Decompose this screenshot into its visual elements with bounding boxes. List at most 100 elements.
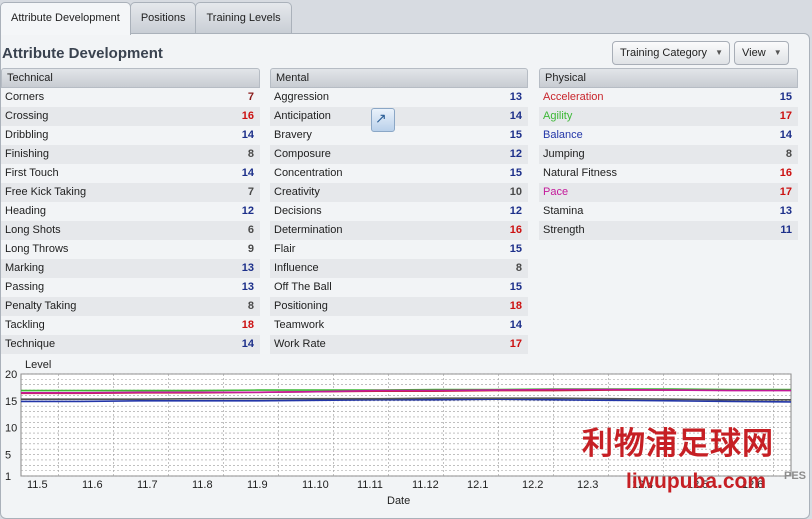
attribute-value: 15 [779, 91, 792, 103]
attribute-row[interactable]: Agility 17 [539, 107, 798, 126]
chevron-down-icon: ▼ [715, 48, 724, 57]
x-tick-label: 11.7 [137, 479, 158, 491]
attribute-row[interactable]: Technique 14 [1, 335, 260, 354]
attribute-value: 14 [241, 167, 254, 179]
attribute-row[interactable]: Natural Fitness 16 [539, 164, 798, 183]
attribute-row[interactable]: Creativity 10 [270, 183, 528, 202]
attribute-value: 13 [241, 281, 254, 293]
attribute-row[interactable]: Stamina 13 [539, 202, 798, 221]
attribute-row[interactable]: Free Kick Taking 7 [1, 183, 260, 202]
attribute-row[interactable]: Crossing 16 [1, 107, 260, 126]
attribute-row[interactable]: Positioning 18 [270, 297, 528, 316]
attribute-name: Determination [274, 224, 343, 236]
y-tick-label: 1 [5, 471, 11, 483]
attribute-name: Flair [274, 243, 296, 255]
watermark-cn: 利物浦足球网 [582, 426, 774, 461]
y-tick-label: 5 [5, 450, 11, 462]
attribute-value: 18 [241, 319, 254, 331]
attribute-row[interactable]: Tackling 18 [1, 316, 260, 335]
attribute-name: Free Kick Taking [5, 186, 87, 198]
attribute-row[interactable]: Teamwork 14 [270, 316, 528, 335]
attribute-value: 10 [509, 186, 522, 198]
attribute-row[interactable]: Influence 8 [270, 259, 528, 278]
technical-rows: Corners 7 Crossing 16 Dribbling 14 Finishing 8 F… [1, 88, 260, 354]
attribute-name: Corners [5, 91, 45, 103]
tab-attribute-development[interactable]: Attribute Development [0, 2, 131, 35]
attribute-value: 15 [509, 129, 522, 141]
tab-positions[interactable]: Positions [129, 2, 197, 33]
chart-xlabel: Date [387, 495, 410, 507]
attribute-name: Long Throws [5, 243, 69, 255]
attribute-row[interactable]: Work Rate 17 [270, 335, 528, 354]
attribute-value: 14 [509, 319, 522, 331]
view-label: View [742, 47, 766, 59]
attribute-row[interactable]: Concentration 15 [270, 164, 528, 183]
attribute-row[interactable]: Heading 12 [1, 202, 260, 221]
attribute-row[interactable]: Marking 13 [1, 259, 260, 278]
attribute-row[interactable]: Off The Ball 15 [270, 278, 528, 297]
attribute-row[interactable]: Finishing 8 [1, 145, 260, 164]
view-dropdown[interactable]: View ▼ [734, 41, 789, 65]
site-watermark: 利物浦足球网 liwupuba.com PES [578, 418, 810, 517]
attribute-value: 15 [509, 167, 522, 179]
attribute-name: Heading [5, 205, 46, 217]
attribute-value: 14 [509, 110, 522, 122]
attribute-row[interactable]: First Touch 14 [1, 164, 260, 183]
attribute-value: 12 [509, 205, 522, 217]
x-tick-label: 11.11 [357, 479, 383, 491]
attribute-name: Natural Fitness [543, 167, 617, 179]
tab-training-levels[interactable]: Training Levels [195, 2, 292, 33]
attribute-row[interactable]: Jumping 8 [539, 145, 798, 164]
attribute-value: 15 [509, 281, 522, 293]
attribute-name: Long Shots [5, 224, 61, 236]
attribute-value: 8 [515, 262, 522, 274]
attribute-value: 12 [509, 148, 522, 160]
attribute-row[interactable]: Strength 11 [539, 221, 798, 240]
attribute-value: 16 [241, 110, 254, 122]
attribute-row[interactable]: Long Shots 6 [1, 221, 260, 240]
x-tick-label: 11.5 [27, 479, 48, 491]
attribute-value: 15 [509, 243, 522, 255]
attribute-row[interactable]: Aggression 13 [270, 88, 528, 107]
attribute-row[interactable]: Pace 17 [539, 183, 798, 202]
attribute-name: Composure [274, 148, 331, 160]
attribute-name: Jumping [543, 148, 585, 160]
attribute-row[interactable]: Bravery 15 [270, 126, 528, 145]
attribute-row[interactable]: Long Throws 9 [1, 240, 260, 259]
chart-ylabel: Level [25, 359, 51, 371]
attribute-name: Stamina [543, 205, 584, 217]
attribute-value: 17 [779, 186, 792, 198]
attribute-name: Decisions [274, 205, 322, 217]
column-header-mental: Mental [270, 68, 528, 88]
attribute-value: 8 [247, 300, 254, 312]
attribute-row[interactable]: Dribbling 14 [1, 126, 260, 145]
attribute-name: Creativity [274, 186, 320, 198]
popout-button[interactable]: ↗ [371, 108, 395, 132]
physical-rows: Acceleration 15 Agility 17 Balance 14 Jumping 8… [539, 88, 798, 240]
page-title: Attribute Development [2, 45, 163, 62]
attribute-name: Work Rate [274, 338, 326, 350]
attribute-name: Bravery [274, 129, 312, 141]
attribute-row[interactable]: Decisions 12 [270, 202, 528, 221]
attribute-row[interactable]: Composure 12 [270, 145, 528, 164]
attribute-row[interactable]: Balance 14 [539, 126, 798, 145]
attribute-row[interactable]: Flair 15 [270, 240, 528, 259]
y-tick-label: 15 [5, 396, 17, 408]
attribute-row[interactable]: Determination 16 [270, 221, 528, 240]
attribute-row[interactable]: Penalty Taking 8 [1, 297, 260, 316]
mental-column: Mental Aggression 13 Anticipation 14 Bravery… [270, 68, 528, 354]
attribute-value: 9 [247, 243, 254, 255]
attribute-name: Marking [5, 262, 45, 274]
attribute-row[interactable]: Corners 7 [1, 88, 260, 107]
attribute-name: Teamwork [274, 319, 325, 331]
column-header-physical: Physical [539, 68, 798, 88]
attribute-row[interactable]: Passing 13 [1, 278, 260, 297]
attribute-value: 13 [509, 91, 522, 103]
attribute-value: 8 [247, 148, 254, 160]
popout-arrow-icon: ↗ [375, 110, 387, 126]
attribute-row[interactable]: Anticipation 14 [270, 107, 528, 126]
technical-column: Technical Corners 7 Crossing 16 Dribbling 14 F… [1, 68, 260, 354]
training-category-dropdown[interactable]: Training Category ▼ [612, 41, 731, 65]
attribute-row[interactable]: Acceleration 15 [539, 88, 798, 107]
attribute-value: 16 [509, 224, 522, 236]
